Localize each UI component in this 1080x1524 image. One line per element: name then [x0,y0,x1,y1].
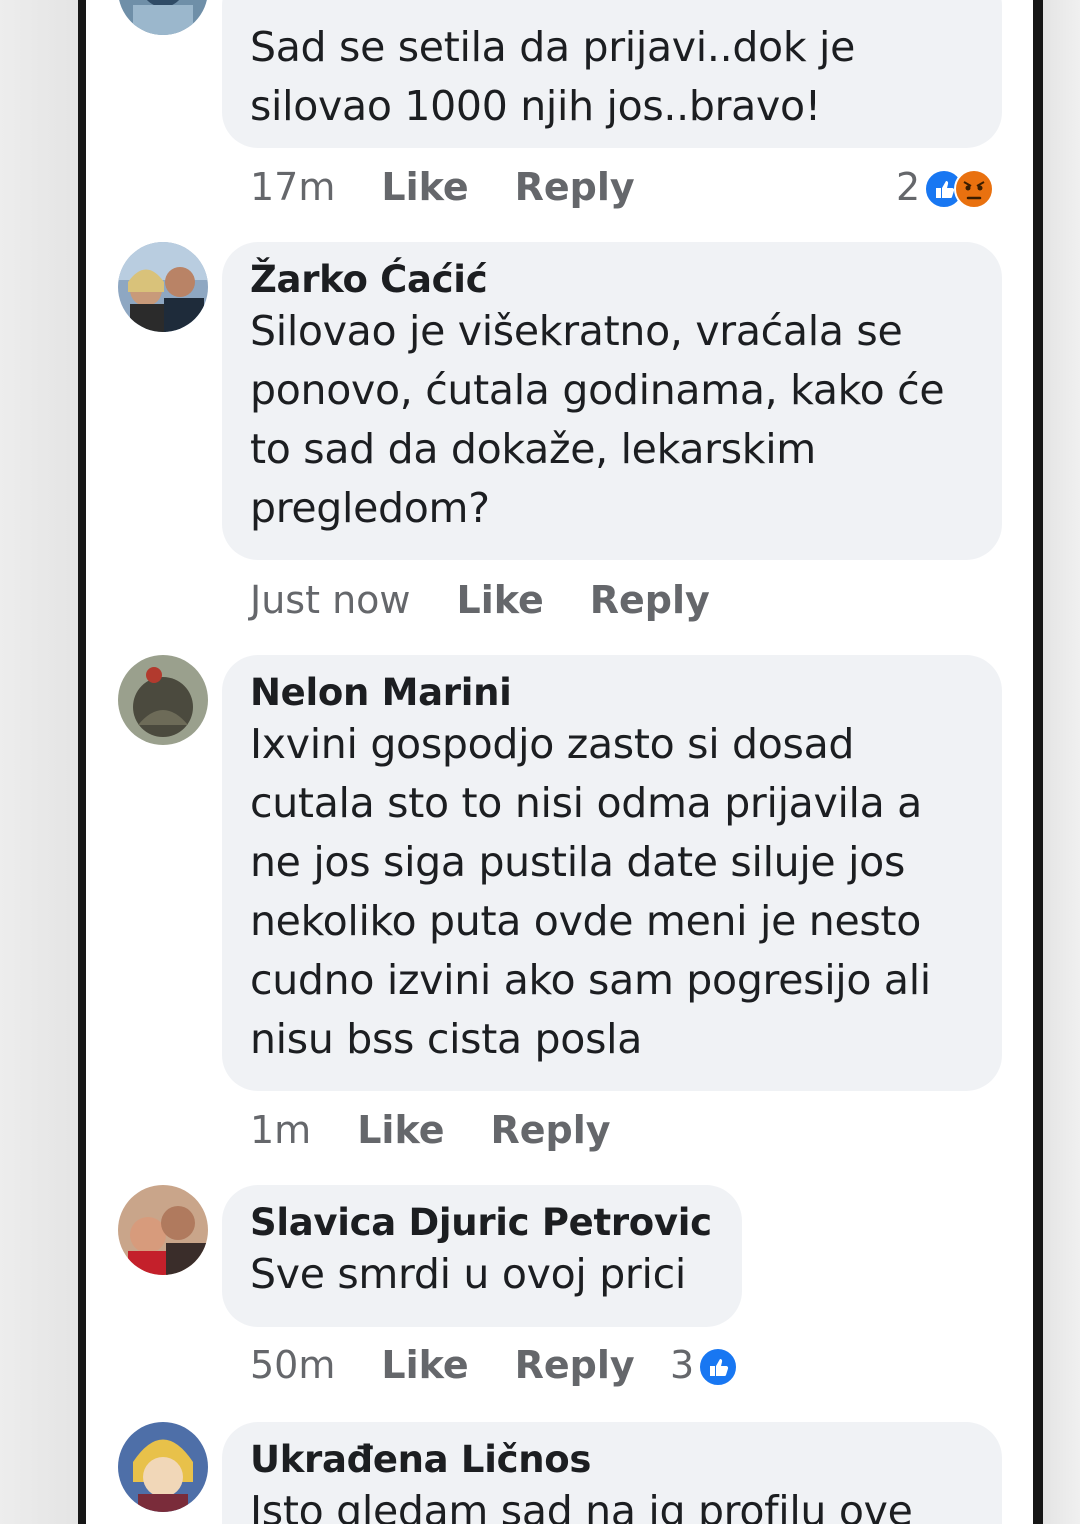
reaction-summary[interactable]: 3 [670,1340,739,1390]
comment-bubble: Ukrađena Ličnos Isto gledam sad na ig pr… [222,1422,1002,1524]
background-right [1043,0,1080,1524]
phone-frame-right [1033,0,1043,1524]
comment-text: Isto gledam sad na ig profilu ove [250,1487,913,1524]
comment-text: Sve smrdi u ovoj prici [250,1250,686,1298]
reply-button[interactable]: Reply [515,162,635,212]
reply-button[interactable]: Reply [590,575,710,625]
like-button[interactable]: Like [357,1105,444,1155]
comment-bubble: Nelon Marini Ixvini gospodjo zasto si do… [222,655,1002,1091]
phone-frame-left [78,0,86,1524]
avatar[interactable] [118,242,208,332]
reaction-count: 3 [670,1343,695,1387]
angry-icon [954,169,995,209]
like-button[interactable]: Like [456,575,543,625]
comment-text: Silovao je višekratno, vraćala se ponovo… [250,307,945,532]
comment-timestamp: 1m [250,1108,312,1152]
like-button[interactable]: Like [381,162,468,212]
reply-button[interactable]: Reply [515,1340,635,1390]
avatar[interactable] [118,0,208,35]
avatar[interactable] [118,655,208,745]
comment-actions: 1m Like Reply [250,1105,611,1155]
comment-text: Ixvini gospodjo zasto si dosad cutala st… [250,720,931,1063]
comment-actions: 17m Like Reply [250,162,635,212]
comment-author[interactable]: Žarko Ćaćić [250,258,972,302]
background-left [0,0,78,1524]
reaction-summary[interactable]: 2 [896,162,995,212]
avatar[interactable] [118,1185,208,1275]
avatar[interactable] [118,1422,208,1512]
comment-bubble: Sad se setila da prijavi..dok je silovao… [222,0,1002,148]
comment-timestamp: 50m [250,1343,336,1387]
reaction-count: 2 [896,165,921,209]
comment-author[interactable]: Slavica Djuric Petrovic [250,1201,712,1245]
comment-author[interactable]: Nelon Marini [250,671,972,715]
comment-bubble: Žarko Ćaćić Silovao je višekratno, vraća… [222,242,1002,560]
comment-bubble: Slavica Djuric Petrovic Sve smrdi u ovoj… [222,1185,742,1327]
reply-button[interactable]: Reply [490,1105,610,1155]
comment-text: Sad se setila da prijavi..dok je silovao… [250,23,856,130]
comment-timestamp: 17m [250,165,336,209]
comment-author[interactable]: Ukrađena Ličnos [250,1438,972,1482]
comment-feed: Sad se setila da prijavi..dok je silovao… [86,0,1033,1524]
comment-actions: 50m Like Reply [250,1340,635,1390]
comment-actions: Just now Like Reply [250,575,710,625]
like-icon [698,1347,739,1387]
comment-timestamp: Just now [250,578,411,622]
like-button[interactable]: Like [381,1340,468,1390]
